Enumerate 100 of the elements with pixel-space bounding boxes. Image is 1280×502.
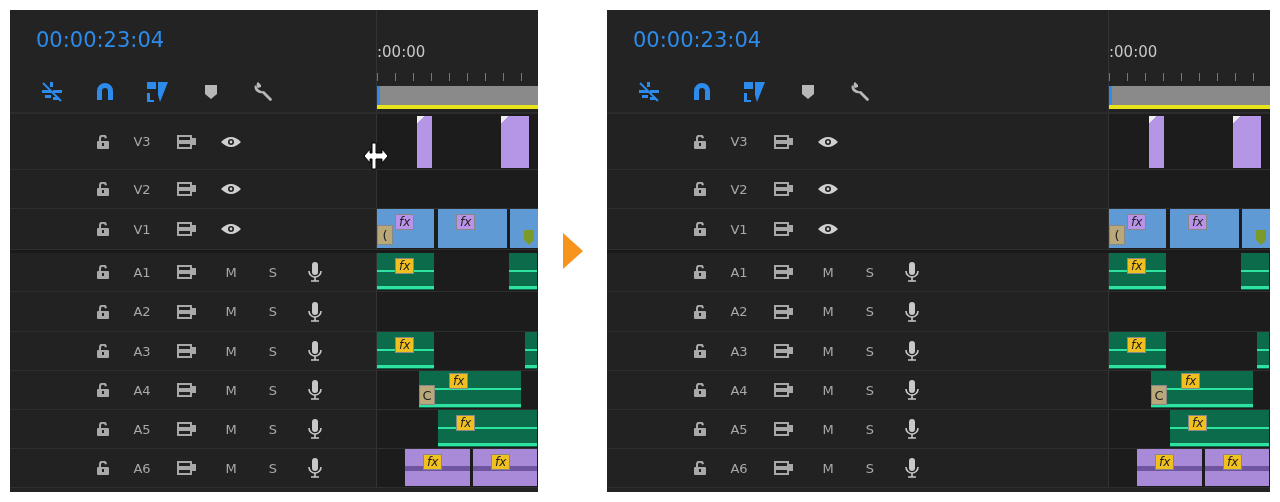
mute-button[interactable]: M — [223, 460, 239, 476]
lock-icon[interactable] — [694, 265, 706, 279]
mute-button[interactable]: M — [223, 343, 239, 359]
lock-icon[interactable] — [97, 265, 109, 279]
audio-clip[interactable] — [525, 332, 538, 369]
solo-button[interactable]: S — [266, 421, 280, 437]
lock-icon[interactable] — [694, 344, 706, 358]
audio-clip[interactable]: fx — [377, 253, 436, 290]
sync-lock-icon[interactable] — [774, 222, 794, 236]
mute-button[interactable]: M — [223, 304, 239, 319]
lock-icon[interactable] — [694, 182, 706, 196]
solo-button[interactable]: S — [266, 343, 280, 359]
microphone-icon[interactable] — [308, 301, 322, 322]
microphone-icon[interactable] — [308, 458, 322, 478]
nest-sequence-icon[interactable] — [40, 80, 64, 104]
sync-lock-icon[interactable] — [774, 422, 794, 436]
audio-clip[interactable]: fx — [1109, 332, 1168, 369]
microphone-icon[interactable] — [905, 380, 919, 400]
mute-button[interactable]: M — [223, 264, 239, 280]
eye-icon[interactable] — [221, 183, 241, 195]
solo-button[interactable]: S — [863, 264, 877, 280]
lock-icon[interactable] — [97, 383, 109, 397]
time-ruler[interactable]: :00:00 — [376, 10, 538, 112]
video-clip[interactable]: ( fx — [1109, 209, 1168, 248]
solo-button[interactable]: S — [266, 264, 280, 280]
sync-lock-icon[interactable] — [177, 182, 197, 196]
video-clip[interactable]: fx — [438, 209, 509, 248]
sync-lock-icon[interactable] — [177, 265, 197, 279]
eye-icon[interactable] — [221, 135, 241, 148]
lock-icon[interactable] — [97, 222, 109, 236]
microphone-icon[interactable] — [308, 341, 322, 361]
microphone-icon[interactable] — [308, 419, 322, 439]
audio-clip[interactable]: fx — [1205, 449, 1270, 486]
microphone-icon[interactable] — [905, 262, 919, 282]
eye-icon[interactable] — [221, 223, 241, 235]
graphic-clip[interactable] — [417, 116, 432, 168]
linked-selection-icon[interactable] — [146, 80, 170, 104]
sync-lock-icon[interactable] — [774, 344, 794, 358]
lock-icon[interactable] — [694, 461, 706, 475]
lock-icon[interactable] — [694, 383, 706, 397]
audio-clip[interactable]: fx — [1109, 253, 1168, 290]
audio-clip[interactable]: C fx — [1151, 371, 1255, 408]
sync-lock-icon[interactable] — [177, 134, 197, 149]
mute-button[interactable]: M — [223, 382, 239, 398]
video-clip[interactable]: ( fx — [377, 209, 436, 248]
sync-lock-icon[interactable] — [177, 383, 197, 397]
lock-icon[interactable] — [97, 182, 109, 196]
timecode[interactable]: 00:00:23:04 — [10, 10, 376, 50]
lock-icon[interactable] — [694, 134, 706, 149]
microphone-icon[interactable] — [905, 419, 919, 439]
lock-icon[interactable] — [97, 304, 109, 319]
graphic-clip[interactable] — [1233, 116, 1261, 168]
mute-button[interactable]: M — [820, 421, 836, 437]
eye-icon[interactable] — [818, 223, 838, 235]
sync-lock-icon[interactable] — [774, 304, 794, 319]
solo-button[interactable]: S — [863, 382, 877, 398]
sync-lock-icon[interactable] — [177, 304, 197, 319]
lock-icon[interactable] — [694, 304, 706, 319]
audio-clip[interactable]: fx — [405, 449, 472, 486]
microphone-icon[interactable] — [905, 301, 919, 322]
lock-icon[interactable] — [694, 222, 706, 236]
solo-button[interactable]: S — [266, 304, 280, 319]
work-area-bar[interactable] — [1109, 86, 1270, 109]
lock-icon[interactable] — [97, 422, 109, 436]
audio-clip[interactable] — [509, 253, 538, 290]
mute-button[interactable]: M — [820, 304, 836, 319]
mute-button[interactable]: M — [820, 382, 836, 398]
solo-button[interactable]: S — [266, 460, 280, 476]
audio-clip[interactable]: fx — [377, 332, 436, 369]
video-clip[interactable]: fx — [1170, 209, 1241, 248]
solo-button[interactable]: S — [863, 343, 877, 359]
microphone-icon[interactable] — [308, 380, 322, 400]
eye-icon[interactable] — [818, 135, 838, 148]
microphone-icon[interactable] — [308, 262, 322, 282]
sync-lock-icon[interactable] — [177, 422, 197, 436]
mute-button[interactable]: M — [820, 460, 836, 476]
audio-clip[interactable]: C fx — [419, 371, 523, 408]
graphic-clip[interactable] — [1149, 116, 1164, 168]
timecode[interactable]: 00:00:23:04 — [607, 10, 1108, 50]
sync-lock-icon[interactable] — [774, 182, 794, 196]
video-clip[interactable] — [510, 209, 538, 248]
lock-icon[interactable] — [97, 461, 109, 475]
video-clip[interactable] — [1242, 209, 1270, 248]
audio-clip[interactable] — [1241, 253, 1270, 290]
audio-clip[interactable]: fx — [1170, 410, 1270, 447]
mute-button[interactable]: M — [223, 421, 239, 437]
mute-button[interactable]: M — [820, 343, 836, 359]
lock-icon[interactable] — [97, 344, 109, 358]
microphone-icon[interactable] — [905, 341, 919, 361]
solo-button[interactable]: S — [863, 421, 877, 437]
sync-lock-icon[interactable] — [774, 134, 794, 149]
work-area-bar[interactable] — [377, 86, 538, 109]
sync-lock-icon[interactable] — [177, 222, 197, 236]
solo-button[interactable]: S — [266, 382, 280, 398]
mute-button[interactable]: M — [820, 264, 836, 280]
sync-lock-icon[interactable] — [177, 461, 197, 475]
sync-lock-icon[interactable] — [774, 383, 794, 397]
audio-clip[interactable]: fx — [438, 410, 538, 447]
graphic-clip[interactable] — [501, 116, 529, 168]
audio-clip[interactable]: fx — [473, 449, 538, 486]
